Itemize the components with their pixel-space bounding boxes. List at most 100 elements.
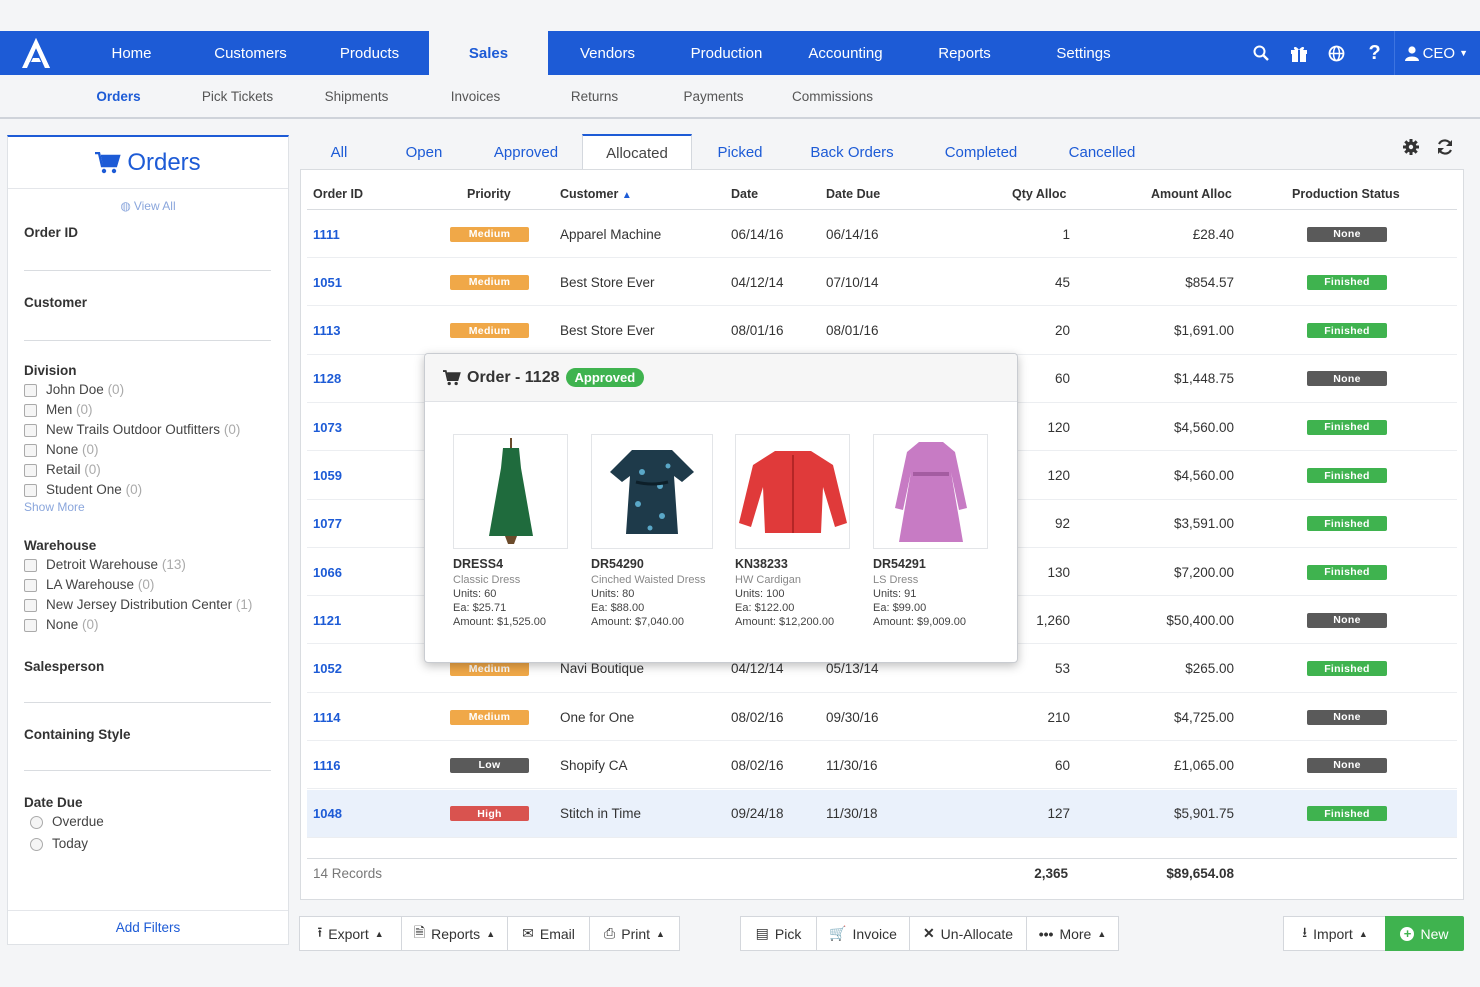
col-amount-alloc[interactable]: Amount Alloc xyxy=(1151,187,1232,201)
checkbox[interactable] xyxy=(24,619,37,632)
filter-option[interactable]: LA Warehouse (0) xyxy=(24,575,272,595)
order-id-link[interactable]: 1059 xyxy=(313,452,342,500)
order-id-link[interactable]: 1052 xyxy=(313,645,342,693)
order-id-link[interactable]: 1048 xyxy=(313,790,342,838)
nav-item-accounting[interactable]: Accounting xyxy=(786,31,905,75)
nav-item-vendors[interactable]: Vendors xyxy=(548,31,667,75)
filter-customer-input[interactable] xyxy=(24,340,271,341)
checkbox[interactable] xyxy=(24,484,37,497)
tab-open[interactable]: Open xyxy=(378,134,470,170)
view-all-link[interactable]: ◍ View All xyxy=(8,199,288,213)
product-image[interactable] xyxy=(873,434,988,549)
checkbox[interactable] xyxy=(24,384,37,397)
reports-button[interactable]: 🗎 Reports ▲ xyxy=(402,917,508,950)
app-logo[interactable] xyxy=(0,31,72,75)
nav-item-reports[interactable]: Reports xyxy=(905,31,1024,75)
filter-option[interactable]: None (0) xyxy=(24,615,272,635)
user-menu[interactable]: CEO ▼ xyxy=(1393,31,1480,75)
checkbox[interactable] xyxy=(24,404,37,417)
filter-option[interactable]: Men (0) xyxy=(24,400,272,420)
nav-item-home[interactable]: Home xyxy=(72,31,191,75)
order-id-link[interactable]: 1073 xyxy=(313,403,342,451)
date-due-option[interactable]: Overdue xyxy=(30,812,272,832)
order-id-link[interactable]: 1113 xyxy=(313,307,341,355)
filter-option[interactable]: Retail (0) xyxy=(24,460,272,480)
col-date-due[interactable]: Date Due xyxy=(826,187,880,201)
nav-item-settings[interactable]: Settings xyxy=(1024,31,1143,75)
pick-button[interactable]: ▤ Pick xyxy=(741,917,817,950)
invoice-button[interactable]: 🛒 Invoice xyxy=(817,917,910,950)
product-card[interactable]: DR54291 LS Dress Units: 91 Ea: $99.00 Amount… xyxy=(873,434,988,628)
radio-button[interactable] xyxy=(30,816,43,829)
globe-icon[interactable] xyxy=(1318,31,1356,75)
order-id-link[interactable]: 1116 xyxy=(313,741,341,789)
order-id-link[interactable]: 1114 xyxy=(313,693,341,741)
subnav-item-shipments[interactable]: Shipments xyxy=(297,89,416,104)
filter-option[interactable]: Student One (0) xyxy=(24,480,272,500)
product-card[interactable]: KN38233 HW Cardigan Units: 100 Ea: $122.00 A… xyxy=(735,434,850,628)
nav-item-products[interactable]: Products xyxy=(310,31,429,75)
order-id-link[interactable]: 1121 xyxy=(313,596,341,644)
order-id-link[interactable]: 1066 xyxy=(313,548,342,596)
product-card[interactable]: DR54290 Cinched Waisted Dress Units: 80 Ea:… xyxy=(591,434,713,628)
product-card[interactable]: DRESS4 Classic Dress Units: 60 Ea: $25.71 Am… xyxy=(453,434,568,628)
new-order-button[interactable]: + New xyxy=(1385,916,1464,951)
product-image[interactable] xyxy=(591,434,713,549)
order-id-link[interactable]: 1077 xyxy=(313,500,342,548)
radio-button[interactable] xyxy=(30,838,43,851)
email-button[interactable]: ✉ Email xyxy=(508,917,590,950)
subnav-item-returns[interactable]: Returns xyxy=(535,89,654,104)
tab-completed[interactable]: Completed xyxy=(916,134,1046,170)
checkbox[interactable] xyxy=(24,559,37,572)
product-image[interactable] xyxy=(735,434,850,549)
export-button[interactable]: ⭱ Export ▲ xyxy=(300,917,402,950)
table-row[interactable]: 1048 High Stitch in Time 09/24/18 11/30/18 12… xyxy=(307,789,1457,838)
filter-option[interactable]: John Doe (0) xyxy=(24,380,272,400)
filter-option[interactable]: Detroit Warehouse (13) xyxy=(24,555,272,575)
filter-containing-style-input[interactable] xyxy=(24,770,271,771)
subnav-item-commissions[interactable]: Commissions xyxy=(773,89,892,104)
col-qty-alloc[interactable]: Qty Alloc xyxy=(1012,187,1066,201)
nav-item-sales[interactable]: Sales xyxy=(429,31,548,75)
add-filters-button[interactable]: Add Filters xyxy=(8,910,288,944)
unallocate-button[interactable]: ✕ Un-Allocate xyxy=(910,917,1027,950)
checkbox[interactable] xyxy=(24,424,37,437)
table-row[interactable]: 1116 Low Shopify CA 08/02/16 11/30/16 60 £1,06… xyxy=(307,741,1457,790)
filter-salesperson-input[interactable] xyxy=(24,702,271,703)
gift-icon[interactable] xyxy=(1280,31,1318,75)
checkbox[interactable] xyxy=(24,599,37,612)
table-row[interactable]: 1111 Medium Apparel Machine 06/14/16 06/14/1… xyxy=(307,210,1457,258)
table-row[interactable]: 1051 Medium Best Store Ever 04/12/14 07/10/1… xyxy=(307,258,1457,307)
tab-approved[interactable]: Approved xyxy=(470,134,582,170)
filter-option[interactable]: New Trails Outdoor Outfitters (0) xyxy=(24,420,272,440)
print-button[interactable]: ⎙ Print ▲ xyxy=(590,917,679,950)
gear-icon[interactable] xyxy=(1402,138,1420,156)
order-id-link[interactable]: 1051 xyxy=(313,258,342,306)
filter-order-id-input[interactable] xyxy=(24,270,271,271)
nav-item-production[interactable]: Production xyxy=(667,31,786,75)
product-image[interactable] xyxy=(453,434,568,549)
tab-cancelled[interactable]: Cancelled xyxy=(1046,134,1158,170)
order-id-link[interactable]: 1128 xyxy=(313,355,341,403)
date-due-option[interactable]: Today xyxy=(30,834,272,854)
more-button[interactable]: ••• More ▲ xyxy=(1027,917,1118,950)
subnav-item-pick-tickets[interactable]: Pick Tickets xyxy=(178,89,297,104)
help-icon[interactable]: ? xyxy=(1356,31,1394,75)
tab-back-orders[interactable]: Back Orders xyxy=(788,134,916,170)
col-priority[interactable]: Priority xyxy=(467,187,511,201)
filter-option[interactable]: New Jersey Distribution Center (1) xyxy=(24,595,272,615)
filter-option[interactable]: None (0) xyxy=(24,440,272,460)
subnav-item-orders[interactable]: Orders xyxy=(59,89,178,104)
order-id-link[interactable]: 1111 xyxy=(313,210,340,258)
subnav-item-invoices[interactable]: Invoices xyxy=(416,89,535,104)
table-row[interactable]: 1114 Medium One for One 08/02/16 09/30/16 210… xyxy=(307,693,1457,741)
refresh-icon[interactable] xyxy=(1436,138,1454,156)
checkbox[interactable] xyxy=(24,464,37,477)
subnav-item-payments[interactable]: Payments xyxy=(654,89,773,104)
col-order-id[interactable]: Order ID xyxy=(313,187,363,201)
col-customer[interactable]: Customer ▲ xyxy=(560,187,632,201)
table-row[interactable]: 1113 Medium Best Store Ever 08/01/16 08/01/1… xyxy=(307,307,1457,355)
col-date[interactable]: Date xyxy=(731,187,758,201)
checkbox[interactable] xyxy=(24,444,37,457)
tab-allocated[interactable]: Allocated xyxy=(582,134,692,170)
